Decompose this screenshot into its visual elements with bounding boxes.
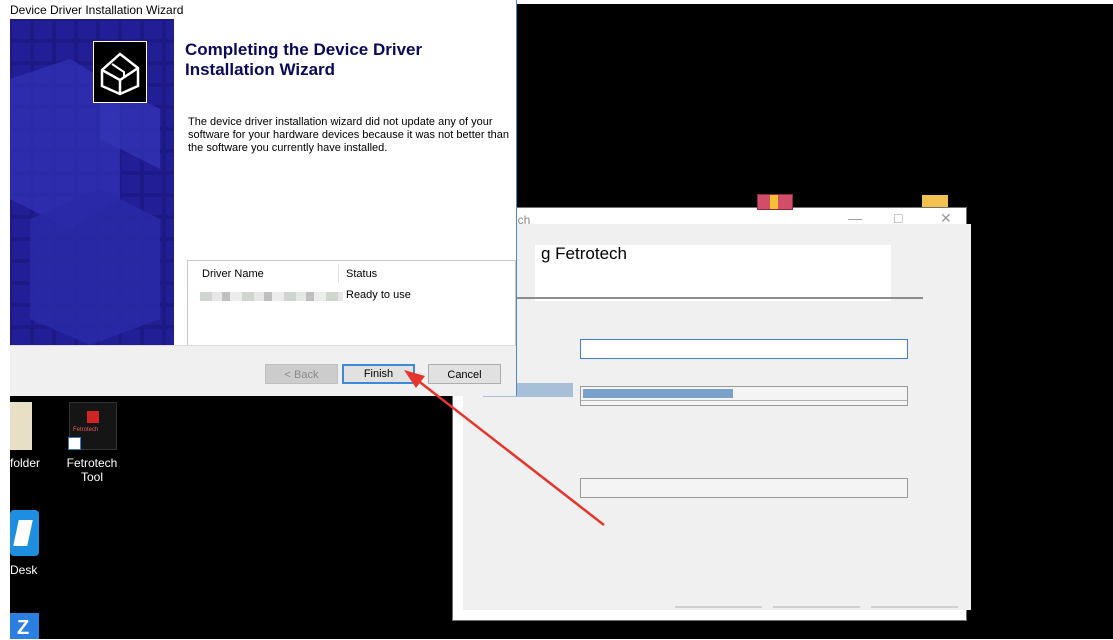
annotation-arrow [404, 370, 605, 526]
